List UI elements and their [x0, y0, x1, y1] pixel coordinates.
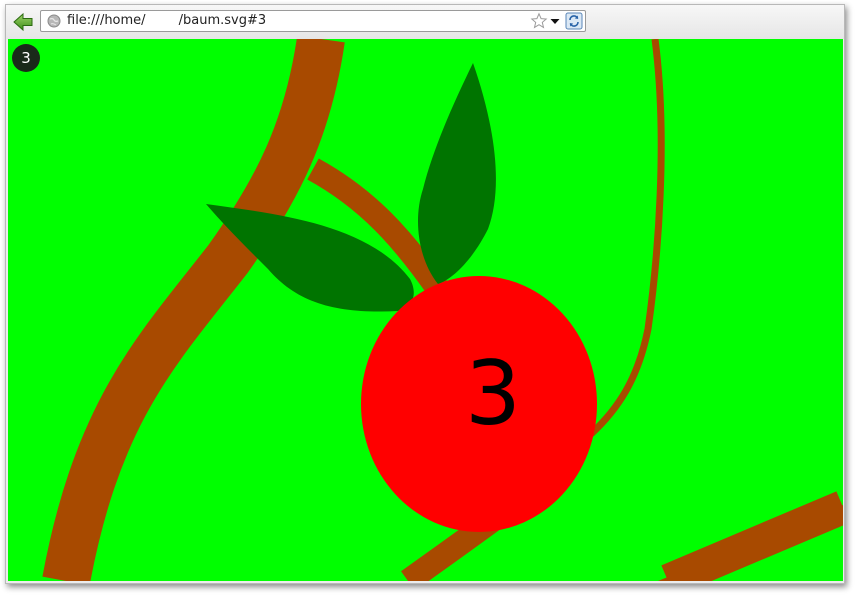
star-icon[interactable]: [530, 12, 548, 30]
globe-icon: [47, 14, 61, 28]
back-button[interactable]: [10, 10, 36, 34]
tree-scene: [42, 39, 843, 581]
url-bar[interactable]: file:///home/ /baum.svg#3: [40, 10, 586, 32]
browser-toolbar: file:///home/ /baum.svg#3: [6, 5, 844, 39]
thin-branch: [588, 39, 665, 437]
leaf-right: [418, 63, 496, 284]
browser-window: file:///home/ /baum.svg#3 3 3: [5, 4, 845, 584]
dropdown-arrow-icon[interactable]: [549, 14, 561, 28]
url-text[interactable]: file:///home/ /baum.svg#3: [67, 13, 266, 29]
slide-number-badge: 3: [12, 44, 40, 72]
back-arrow-icon: [13, 12, 33, 32]
bottom-right-branch-body: [661, 491, 843, 581]
reload-icon[interactable]: [565, 12, 583, 30]
apple-number-label: 3: [465, 342, 521, 445]
page-content: 3 3: [8, 39, 843, 581]
trunk: [42, 39, 345, 581]
